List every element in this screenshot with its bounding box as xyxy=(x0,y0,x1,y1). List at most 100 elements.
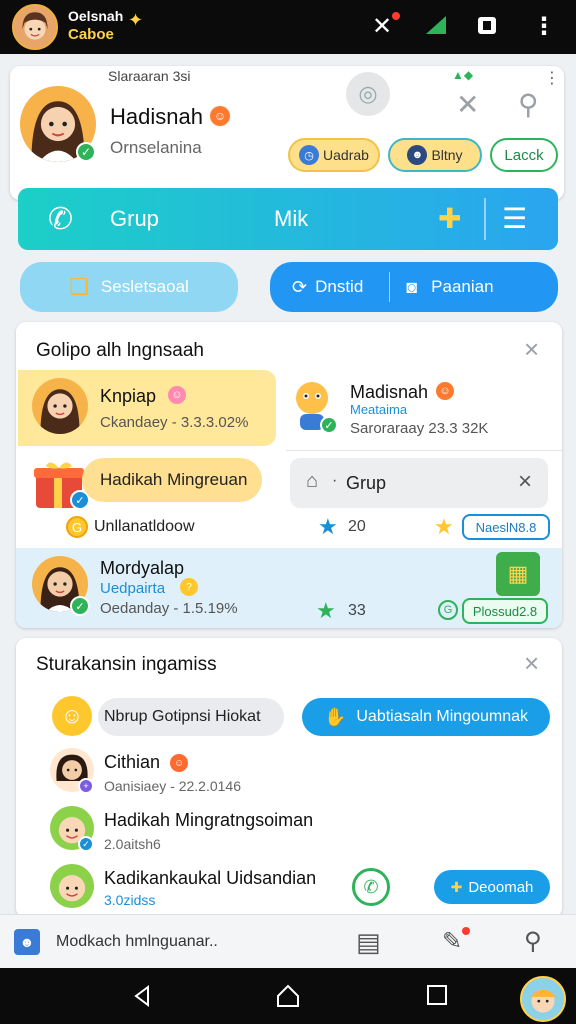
groups-card-title: Golipo alh lngnsaah xyxy=(36,340,204,361)
group-meta: Ckandaey - 3.3.3.02% xyxy=(100,414,249,431)
globe-icon: ⟳ xyxy=(292,276,308,297)
suggest-meta: 2.0aitsh6 xyxy=(104,836,161,852)
notification-dot xyxy=(462,927,470,935)
suggest-chip-right-label: Uabtiasaln Mingoumnak xyxy=(356,708,529,725)
folder-icon: ⌂ xyxy=(306,470,319,492)
clock-icon: ◷ xyxy=(299,145,320,165)
thumbs-icon: ✋ xyxy=(323,706,347,727)
action-left-button[interactable]: ❏ Sesletsaoal xyxy=(20,262,238,312)
back-icon[interactable] xyxy=(130,984,154,1008)
group-subtitle: Uedpairta xyxy=(100,580,166,597)
battery-icon xyxy=(476,14,498,36)
group-name: Grup xyxy=(346,473,387,493)
groups-card: Golipo alh lngnsaah × Knpiap ☺ Ckandaey … xyxy=(16,322,562,628)
camera-icon: ◙ xyxy=(406,276,418,297)
chip-uadrab[interactable]: ◷ Uadrab xyxy=(288,138,380,172)
group-item-knpiap[interactable]: Knpiap ☺ Ckandaey - 3.3.3.02% xyxy=(18,370,276,446)
loading-icon: ◎ xyxy=(346,72,390,116)
phone-icon: ✆ xyxy=(48,203,74,236)
whatsapp-icon[interactable]: ✆ xyxy=(352,868,390,906)
bullet: · xyxy=(332,472,338,489)
refresh-icon: G xyxy=(438,600,458,620)
star-icon: ★ xyxy=(316,598,336,623)
divider xyxy=(286,450,562,451)
profile-icon[interactable]: ⚲ xyxy=(524,927,542,956)
signal-icon xyxy=(424,14,448,36)
group-item-madisnah[interactable]: ✓ Madisnah ☺ Meataima Saroraraay 23.3 32… xyxy=(286,370,562,450)
verified-badge-icon: ✓ xyxy=(70,596,90,616)
cartoon-avatar xyxy=(50,864,94,908)
assistant-avatar[interactable] xyxy=(520,976,566,1022)
chip-bltny-label: Bltny xyxy=(431,147,463,163)
group-name: Madisnah xyxy=(350,382,429,402)
emoji-icon: ☺ xyxy=(210,106,230,126)
app-avatar[interactable] xyxy=(12,4,58,50)
close-icon[interactable]: × xyxy=(524,336,539,362)
suggest-item-cithian[interactable]: + Cithian ☺ Oanisiaey - 22.2.0146 xyxy=(46,746,406,800)
chip-lacck-label: Lacck xyxy=(504,146,544,164)
status-bar: Oelsnah Caboe ✦ ✕ ⋮ xyxy=(0,0,576,54)
group-badge[interactable]: Plossud2.8 xyxy=(462,598,548,624)
emoji-icon: ☺ xyxy=(170,754,188,772)
group-count: 20 xyxy=(348,518,366,535)
coin-icon: ? xyxy=(180,578,198,596)
profile-name: Hadisnah xyxy=(110,104,203,129)
sparkle-icon: ✦ xyxy=(128,10,144,30)
action-divider xyxy=(389,272,391,302)
avatar-mini-icon: ☻ xyxy=(407,145,428,165)
suggest-meta: 3.0zidss xyxy=(104,892,156,908)
chip-lacck[interactable]: Lacck xyxy=(490,138,558,172)
group-meta: Saroraraay 23.3 32K xyxy=(350,420,489,437)
action-right-label[interactable]: Paanian xyxy=(431,277,493,297)
notification-dot xyxy=(392,12,400,20)
call-banner[interactable]: ✆ Grup Mik ✚ ☰ xyxy=(18,188,558,250)
action-mid-label[interactable]: Dnstid xyxy=(315,277,363,297)
emoji-icon: ☺ xyxy=(168,386,186,404)
search-icon[interactable]: ⚲ xyxy=(518,88,539,121)
suggest-chip-left[interactable]: Nbrup Gotipnsi Hiokat xyxy=(98,698,284,736)
tools-icon[interactable]: ✕ xyxy=(372,12,392,41)
suggest-action-label: Deoomah xyxy=(468,878,534,896)
puzzle-icon[interactable]: ✚ xyxy=(438,202,461,235)
suggest-meta: Oanisiaey - 22.2.0146 xyxy=(104,778,241,794)
group-item-mordyalap[interactable]: ✓ Mordyalap Uedpairta ? Oedanday - 1.5.1… xyxy=(16,548,562,628)
suggest-item-hadikah[interactable]: ✓ Hadikah Mingratngsoiman 2.0aitsh6 xyxy=(46,804,406,858)
close-icon[interactable]: × xyxy=(524,650,539,676)
suggest-card: Sturakansin ingamiss × ☺ Nbrup Gotipnsi … xyxy=(16,638,562,918)
recents-icon[interactable] xyxy=(426,984,448,1006)
list-edit-icon[interactable]: ☰ xyxy=(502,202,527,235)
compose-icon[interactable]: ✎ xyxy=(442,927,462,956)
tools-icon[interactable]: ✕ xyxy=(456,88,479,121)
group-badge-label: Plossud2.8 xyxy=(472,603,538,619)
verified-badge-icon: ✓ xyxy=(78,836,94,852)
group-badge[interactable]: NaeslN8.8 xyxy=(462,514,550,540)
action-right-group: ⟳ Dnstid ◙ Paanian xyxy=(270,262,558,312)
close-icon[interactable]: × xyxy=(518,470,532,494)
banner-mid-label: Mik xyxy=(274,206,309,231)
profile-small-header: Slaraaran 3si xyxy=(108,68,191,84)
bottom-bar-text[interactable]: Modkach hmlnguanar.. xyxy=(56,933,218,951)
group-meta: Oedanday - 1.5.19% xyxy=(100,600,238,617)
suggest-action-button[interactable]: ✚ Deoomah xyxy=(434,870,550,904)
list-icon[interactable]: ▤ xyxy=(356,927,381,958)
group-item-hadikah[interactable]: Hadikah Mingreuan xyxy=(82,458,262,502)
group-item-grup[interactable]: ⌂ · Grup × xyxy=(290,458,548,508)
bottom-bar: ☻ Modkach hmlnguanar.. ▤ ✎ ⚲ xyxy=(0,914,576,968)
group-name: Knpiap xyxy=(100,386,157,406)
banner-divider xyxy=(484,198,486,240)
system-nav-bar xyxy=(0,968,576,1024)
app-name-line2: Caboe xyxy=(68,26,114,43)
suggest-card-title: Sturakansin ingamiss xyxy=(36,654,217,675)
folder-icon: ❏ xyxy=(69,274,89,299)
overflow-menu-icon[interactable]: ⋮ xyxy=(532,12,556,41)
chip-uadrab-label: Uadrab xyxy=(323,147,369,163)
avatar xyxy=(32,378,88,434)
star-icon: ★ xyxy=(434,514,454,539)
home-icon[interactable] xyxy=(274,982,302,1010)
chip-bltny[interactable]: ☻ Bltny xyxy=(388,138,482,172)
suggest-chip-right[interactable]: ✋ Uabtiasaln Mingoumnak xyxy=(302,698,550,736)
suggest-chip-left-label: Nbrup Gotipnsi Hiokat xyxy=(104,708,261,725)
verified-badge-icon: ✓ xyxy=(320,416,338,434)
profile-card: Slaraaran 3si ✓ Hadisnah ☺ Ornselanina ◎… xyxy=(10,66,564,200)
more-icon[interactable]: ⋮ xyxy=(544,68,560,88)
